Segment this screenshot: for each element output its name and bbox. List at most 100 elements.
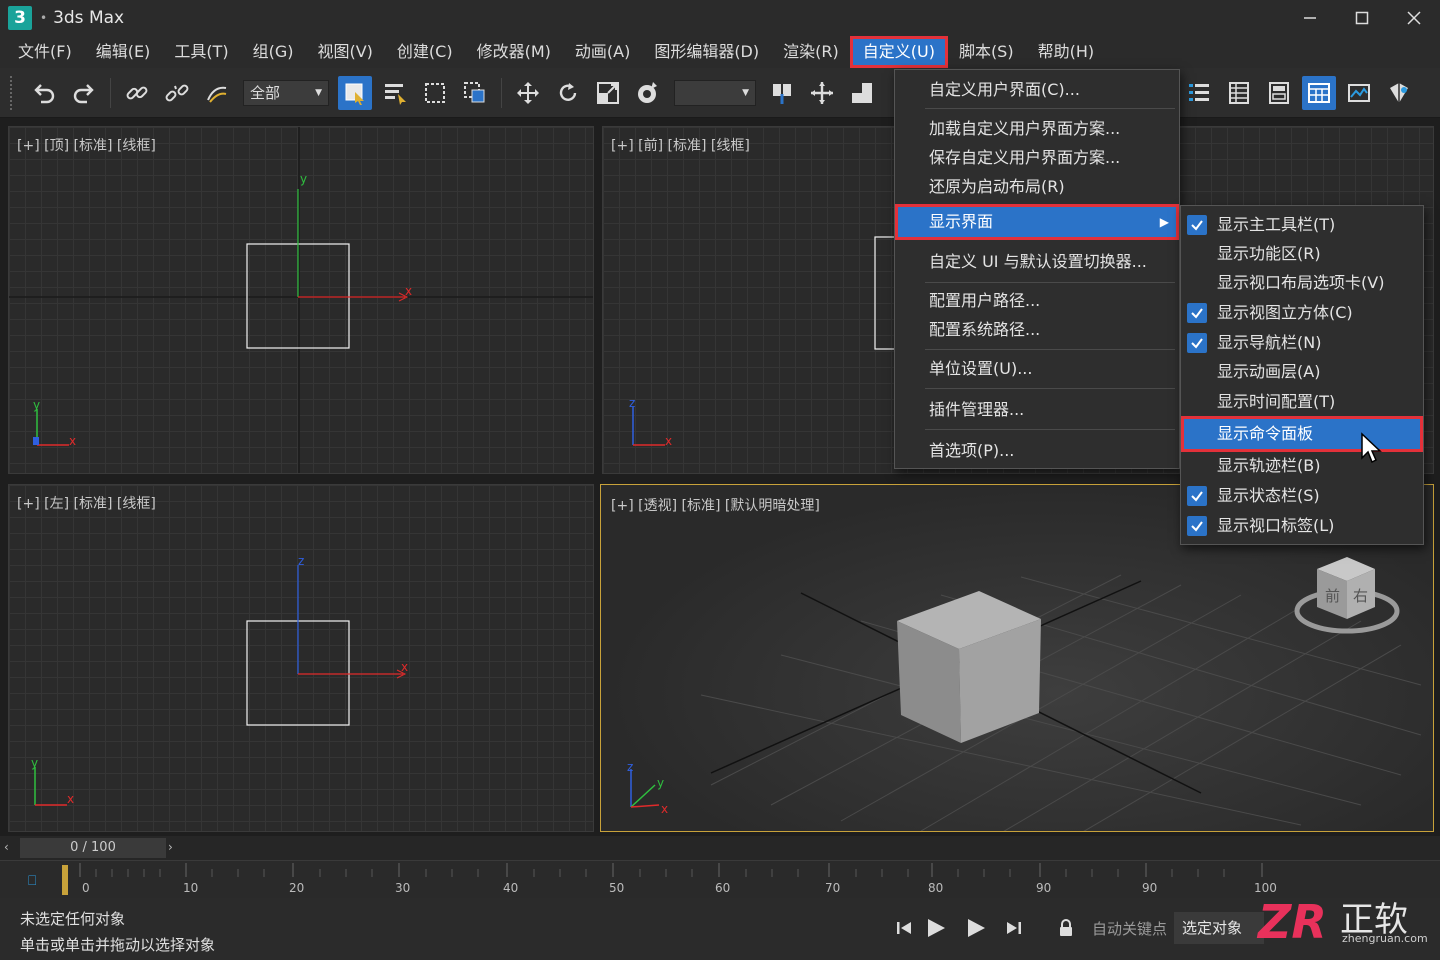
ribbon-icon[interactable] bbox=[1262, 76, 1296, 110]
render-setup-icon[interactable] bbox=[1342, 76, 1376, 110]
submenu-item-viewcube[interactable]: 显示视图立方体(C) bbox=[1181, 298, 1423, 327]
submenu-item-label: 显示视图立方体(C) bbox=[1217, 303, 1353, 322]
menu-file[interactable]: 文件(F) bbox=[6, 37, 84, 67]
menu-item-revert-startup-layout[interactable]: 还原为启动布局(R) bbox=[895, 173, 1179, 201]
layer-explorer-icon[interactable] bbox=[1182, 76, 1216, 110]
submenu-item-label: 显示状态栏(S) bbox=[1217, 486, 1320, 505]
time-prev-arrow-icon[interactable]: ‹ bbox=[4, 840, 18, 856]
menu-item-units-setup[interactable]: 单位设置(U)... bbox=[895, 355, 1179, 383]
track-bar[interactable]: ⎕ 0 10 20 30 40 50 60 70 80 90 90 100 bbox=[0, 860, 1440, 898]
select-object-icon[interactable] bbox=[338, 75, 372, 110]
viewport-top[interactable]: [+] [顶] [标准] [线框] y x y x bbox=[8, 126, 594, 474]
minimize-button[interactable] bbox=[1284, 0, 1336, 36]
menu-scripting[interactable]: 脚本(S) bbox=[947, 37, 1026, 67]
menu-item-preferences[interactable]: 首选项(P)... bbox=[895, 437, 1179, 465]
move-icon[interactable] bbox=[511, 76, 545, 110]
menu-item-save-ui-scheme[interactable]: 保存自定义用户界面方案... bbox=[895, 144, 1179, 172]
chevron-down-icon: ▼ bbox=[315, 87, 322, 98]
tick-label: 40 bbox=[503, 881, 519, 895]
lock-icon[interactable] bbox=[1054, 916, 1078, 940]
rotate-icon[interactable] bbox=[551, 76, 585, 110]
show-ui-submenu: 显示主工具栏(T) 显示功能区(R) 显示视口布局选项卡(V) 显示视图立方体(… bbox=[1180, 205, 1424, 545]
named-selection-dropdown[interactable]: ▼ bbox=[674, 79, 756, 106]
submenu-item-command-panel[interactable]: 显示命令面板 bbox=[1181, 416, 1423, 452]
material-editor-icon[interactable] bbox=[1302, 75, 1336, 110]
use-pivot-center-icon[interactable] bbox=[765, 76, 799, 110]
scene-explorer-icon[interactable] bbox=[1222, 76, 1256, 110]
submenu-item-track-bar[interactable]: 显示轨迹栏(B) bbox=[1181, 451, 1423, 480]
select-manipulate-icon[interactable] bbox=[805, 76, 839, 110]
maximize-button[interactable] bbox=[1336, 0, 1388, 36]
menu-item-ui-defaults-switcher[interactable]: 自定义 UI 与默认设置切换器... bbox=[895, 248, 1179, 276]
submenu-item-time-configuration[interactable]: 显示时间配置(T) bbox=[1181, 387, 1423, 416]
play-reverse-icon[interactable] bbox=[924, 916, 948, 940]
axis-z-label: z bbox=[627, 760, 633, 774]
menu-item-plugin-manager[interactable]: 插件管理器... bbox=[895, 396, 1179, 424]
place-icon[interactable] bbox=[631, 76, 665, 110]
tick-label: 0 bbox=[82, 881, 90, 895]
menu-item-load-ui-scheme[interactable]: 加载自定义用户界面方案... bbox=[895, 115, 1179, 143]
axis-y-label: y bbox=[31, 756, 38, 770]
submenu-item-ribbon[interactable]: 显示功能区(R) bbox=[1181, 239, 1423, 268]
go-to-start-icon[interactable] bbox=[892, 916, 916, 940]
tick-label: 50 bbox=[609, 881, 625, 895]
snaps-toggle-icon[interactable] bbox=[845, 76, 879, 110]
toolbar-separator bbox=[501, 77, 502, 108]
selected-object-dropdown[interactable]: 选定对象 bbox=[1174, 912, 1264, 944]
menu-modifiers[interactable]: 修改器(M) bbox=[465, 37, 563, 67]
time-next-arrow-icon[interactable]: › bbox=[168, 840, 182, 856]
select-by-name-icon[interactable] bbox=[378, 76, 412, 110]
submenu-item-label: 显示导航栏(N) bbox=[1217, 333, 1322, 352]
tick-label: 10 bbox=[183, 881, 199, 895]
menu-item-customize-ui[interactable]: 自定义用户界面(C)... bbox=[895, 76, 1179, 104]
submenu-item-animation-layers[interactable]: 显示动画层(A) bbox=[1181, 357, 1423, 386]
menu-help[interactable]: 帮助(H) bbox=[1026, 37, 1107, 67]
menu-views[interactable]: 视图(V) bbox=[305, 37, 384, 67]
menu-tools[interactable]: 工具(T) bbox=[162, 37, 240, 67]
menu-item-show-ui[interactable]: 显示界面 ▶ bbox=[895, 204, 1179, 240]
menu-customize[interactable]: 自定义(U) bbox=[849, 36, 948, 68]
play-icon[interactable] bbox=[964, 916, 988, 940]
time-slider-thumb[interactable]: 0 / 100 bbox=[20, 838, 166, 858]
menu-create[interactable]: 创建(C) bbox=[385, 37, 465, 67]
rectangular-selection-icon[interactable] bbox=[418, 76, 452, 110]
link-icon[interactable] bbox=[120, 76, 154, 110]
menu-animation[interactable]: 动画(A) bbox=[563, 37, 642, 67]
tick-label: 80 bbox=[928, 881, 944, 895]
axis-tripod bbox=[632, 407, 665, 446]
go-to-end-icon[interactable] bbox=[1002, 916, 1026, 940]
unlink-icon[interactable] bbox=[160, 76, 194, 110]
viewcube[interactable] bbox=[1294, 557, 1400, 634]
selection-filter-dropdown[interactable]: 全部 ▼ bbox=[243, 79, 329, 106]
gizmo-z-label: z bbox=[298, 554, 304, 568]
submenu-item-navigation-bar[interactable]: 显示导航栏(N) bbox=[1181, 328, 1423, 357]
redo-icon[interactable] bbox=[67, 76, 101, 110]
viewport-left[interactable]: [+] [左] [标准] [线框] z x y x bbox=[8, 484, 594, 832]
menu-graph-editors[interactable]: 图形编辑器(D) bbox=[642, 37, 771, 67]
render-teapot-icon[interactable] bbox=[1382, 76, 1416, 110]
menu-rendering[interactable]: 渲染(R) bbox=[771, 37, 851, 67]
axis-x-label: x bbox=[69, 434, 76, 448]
submenu-item-viewport-layout-tabs[interactable]: 显示视口布局选项卡(V) bbox=[1181, 268, 1423, 297]
axis-x-label: x bbox=[67, 792, 74, 806]
undo-icon[interactable] bbox=[27, 76, 61, 110]
submenu-item-viewport-labels[interactable]: 显示视口标签(L) bbox=[1181, 511, 1423, 540]
tick-label: 90 bbox=[1142, 881, 1158, 895]
bind-space-warp-icon[interactable] bbox=[200, 76, 234, 110]
window-title: 3ds Max bbox=[53, 8, 125, 28]
toolbar-grip[interactable] bbox=[10, 75, 16, 110]
menu-item-configure-user-paths[interactable]: 配置用户路径... bbox=[895, 287, 1179, 315]
selection-status-text: 未选定任何对象 bbox=[20, 910, 126, 928]
window-crossing-icon[interactable] bbox=[458, 76, 492, 110]
transform-gizmo[interactable] bbox=[297, 189, 409, 302]
submenu-item-status-bar[interactable]: 显示状态栏(S) bbox=[1181, 481, 1423, 510]
auto-key-button[interactable]: 自动关键点 bbox=[1092, 918, 1167, 939]
menu-edit[interactable]: 编辑(E) bbox=[84, 37, 163, 67]
menu-group[interactable]: 组(G) bbox=[241, 37, 306, 67]
box-object-3d[interactable] bbox=[897, 591, 1041, 743]
menu-item-configure-system-paths[interactable]: 配置系统路径... bbox=[895, 316, 1179, 344]
submenu-item-label: 显示命令面板 bbox=[1217, 424, 1314, 443]
scale-icon[interactable] bbox=[591, 76, 625, 110]
close-button[interactable] bbox=[1388, 0, 1440, 36]
submenu-item-main-toolbar[interactable]: 显示主工具栏(T) bbox=[1181, 210, 1423, 239]
